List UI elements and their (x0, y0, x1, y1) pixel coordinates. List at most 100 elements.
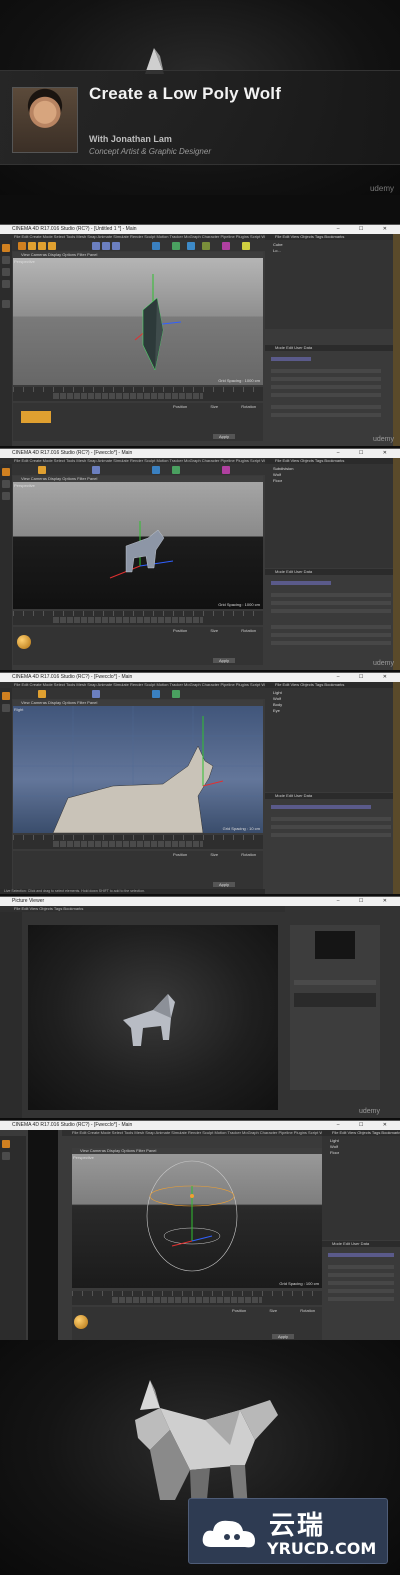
render-icon[interactable] (152, 690, 160, 698)
object-manager-menu[interactable]: File Edit View Objects Tags Bookmarks (265, 234, 400, 240)
object-row[interactable]: Cube (273, 242, 283, 247)
model-mode-icon[interactable] (2, 692, 10, 700)
object-row[interactable]: Wolf (273, 472, 281, 477)
playback-controls[interactable] (112, 1297, 262, 1303)
attribute-menu[interactable]: Mode Edit User Data (265, 345, 400, 351)
y-axis-icon[interactable] (102, 242, 110, 250)
object-row[interactable]: Eye (273, 708, 280, 713)
x-axis-icon[interactable] (92, 690, 100, 698)
right-tab-strip[interactable] (393, 458, 400, 670)
attr-field[interactable] (328, 1297, 394, 1301)
object-manager-menu[interactable]: File Edit View Objects Tags Bookmarks (322, 1130, 400, 1136)
window-controls[interactable]: – ☐ ✕ (337, 1121, 396, 1130)
history-tabs[interactable] (294, 980, 376, 985)
x-axis-icon[interactable] (92, 242, 100, 250)
move-icon[interactable] (38, 690, 46, 698)
object-row[interactable]: Wolf (273, 696, 281, 701)
edges-mode-icon[interactable] (2, 492, 10, 500)
viewport[interactable]: View Cameras Display Options Filter Pane… (13, 252, 263, 385)
timeline-ruler[interactable] (13, 611, 263, 616)
attr-field[interactable] (271, 825, 391, 829)
attr-field[interactable] (271, 641, 391, 645)
points-mode-icon[interactable] (2, 256, 10, 264)
attr-field[interactable] (271, 833, 391, 837)
light-icon[interactable] (242, 242, 250, 250)
window-controls[interactable]: – ☐ ✕ (337, 673, 396, 682)
render-canvas[interactable] (28, 925, 278, 1110)
object-row[interactable]: Body (273, 702, 282, 707)
attr-field[interactable] (328, 1265, 394, 1269)
object-row[interactable]: Light (273, 690, 282, 695)
playback-controls[interactable] (53, 617, 203, 623)
attr-field[interactable] (271, 413, 381, 417)
attr-tab[interactable] (328, 1253, 394, 1257)
picture-viewer-strip[interactable] (28, 1130, 58, 1342)
generator-icon[interactable] (202, 242, 210, 250)
object-row[interactable]: Floor (273, 478, 282, 483)
material-ball-icon[interactable] (74, 1315, 88, 1329)
object-manager-menu[interactable]: File Edit View Objects Tags Bookmarks (265, 682, 400, 688)
object-row[interactable]: Wolf (330, 1144, 338, 1149)
attr-field[interactable] (328, 1273, 394, 1277)
material-swatch[interactable] (21, 411, 51, 423)
timeline-ruler[interactable] (72, 1291, 322, 1296)
viewport[interactable]: View Cameras Display Options Filter Pane… (13, 700, 263, 833)
playback-controls[interactable] (53, 393, 203, 399)
undo-icon[interactable] (18, 242, 26, 250)
timeline-ruler[interactable] (13, 835, 263, 840)
object-manager-menu[interactable]: File Edit View Objects Tags Bookmarks (265, 458, 400, 464)
object-row[interactable]: Lo... (273, 248, 281, 253)
light-gizmo[interactable] (142, 1156, 242, 1276)
attr-field[interactable] (271, 405, 381, 409)
timeline[interactable] (13, 611, 263, 625)
attr-field[interactable] (271, 369, 381, 373)
cube-icon[interactable] (172, 690, 180, 698)
main-menu[interactable]: File Edit View Objects Tags Bookmarks (0, 906, 285, 912)
attr-tab[interactable] (271, 805, 371, 809)
polygons-mode-icon[interactable] (2, 280, 10, 288)
right-tab-strip[interactable] (393, 234, 400, 446)
attr-field[interactable] (271, 633, 391, 637)
attr-field[interactable] (271, 393, 381, 397)
attr-field[interactable] (328, 1281, 394, 1285)
timeline[interactable] (13, 387, 263, 401)
attribute-menu[interactable]: Mode Edit User Data (265, 793, 400, 799)
timeline[interactable] (72, 1291, 322, 1305)
main-menu[interactable]: File Edit Create Mode Select Tools Mesh … (62, 1130, 343, 1136)
viewport[interactable]: View Cameras Display Options Filter Pane… (72, 1148, 322, 1288)
scale-icon[interactable] (38, 242, 46, 250)
move-icon[interactable] (38, 466, 46, 474)
cube-object[interactable] (133, 270, 193, 380)
attr-field[interactable] (328, 1289, 394, 1293)
attr-tab[interactable] (271, 357, 311, 361)
points-mode-icon[interactable] (2, 704, 10, 712)
attr-field[interactable] (271, 593, 391, 597)
points-mode-icon[interactable] (2, 480, 10, 488)
attr-field[interactable] (271, 377, 381, 381)
right-tab-strip[interactable] (393, 682, 400, 894)
x-axis-icon[interactable] (92, 466, 100, 474)
object-row[interactable]: Subdivision (273, 466, 293, 471)
rotate-icon[interactable] (48, 242, 56, 250)
window-controls[interactable]: – ☐ ✕ (337, 225, 396, 234)
deformer-icon[interactable] (222, 242, 230, 250)
model-mode-icon[interactable] (2, 1140, 10, 1148)
cube-icon[interactable] (172, 466, 180, 474)
attr-field[interactable] (271, 625, 391, 629)
viewport-menu[interactable]: View Cameras Display Options Filter Pane… (13, 476, 263, 482)
snap-icon[interactable] (2, 300, 10, 308)
model-mode-icon[interactable] (2, 468, 10, 476)
attr-field[interactable] (271, 609, 391, 613)
z-axis-icon[interactable] (112, 242, 120, 250)
attr-field[interactable] (271, 817, 391, 821)
attribute-menu[interactable]: Mode Edit User Data (322, 1241, 400, 1247)
render-icon[interactable] (152, 466, 160, 474)
points-mode-icon[interactable] (2, 1152, 10, 1160)
spline-icon[interactable] (187, 242, 195, 250)
wolf-model[interactable] (108, 516, 178, 596)
apply-button[interactable]: Apply (272, 1334, 294, 1339)
window-controls[interactable]: – ☐ ✕ (337, 449, 396, 458)
timeline[interactable] (13, 835, 263, 849)
attr-tab[interactable] (271, 581, 331, 585)
model-mode-icon[interactable] (2, 244, 10, 252)
